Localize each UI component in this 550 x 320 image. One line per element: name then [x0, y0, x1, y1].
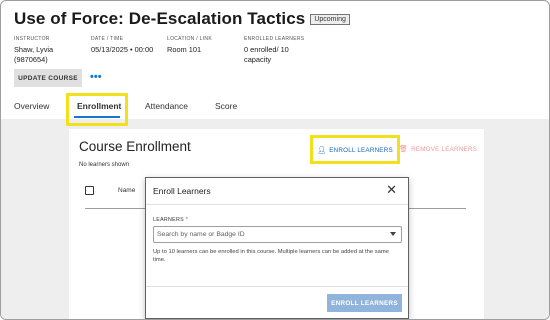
status-badge: Upcoming	[310, 13, 350, 25]
column-header-name[interactable]: Name	[118, 187, 135, 194]
enroll-learners-dialog: Enroll Learners ✕ LEARNERS * Up to 10 le…	[145, 177, 409, 319]
dialog-title: Enroll Learners	[153, 186, 211, 196]
tab-score[interactable]: Score	[215, 101, 237, 111]
date-label: DATE / TIME	[91, 36, 124, 42]
learner-search-input[interactable]	[153, 226, 402, 243]
tab-overview[interactable]: Overview	[14, 101, 49, 111]
tab-attendance[interactable]: Attendance	[145, 101, 188, 111]
remove-learners-button[interactable]: 🗑︎ REMOVE LEARNERS	[399, 145, 478, 154]
enrolled-label: ENROLLED LEARNERS	[244, 36, 305, 42]
remove-learners-label: REMOVE LEARNERS	[411, 145, 478, 153]
update-course-button[interactable]: UPDATE COURSE	[14, 69, 82, 87]
helper-text: Up to 10 learners can be enrolled in thi…	[153, 249, 389, 263]
learners-field-label: LEARNERS *	[153, 217, 188, 223]
enrolled-info: ENROLLED LEARNERS 0 enrolled/ 10 capacit…	[244, 34, 319, 65]
instructor-label: INSTRUCTOR	[14, 36, 50, 42]
date-value: 05/13/2025 • 00:00	[91, 45, 154, 54]
enrolled-value: 0 enrolled/ 10	[244, 45, 289, 54]
location-value: Room 101	[167, 45, 202, 54]
dialog-enroll-button[interactable]: ENROLL LEARNERS	[327, 294, 402, 312]
location-label: LOCATION / LINK	[167, 36, 212, 42]
empty-state-text: No learners shown	[79, 162, 130, 168]
instructor-name: Shaw, Lyvia	[14, 45, 54, 54]
enrolled-capacity: capacity	[244, 55, 272, 64]
date-info: DATE / TIME 05/13/2025 • 00:00	[91, 34, 171, 55]
app-window: Use of Force: De-Escalation Tactics Upco…	[0, 0, 550, 320]
learners-label-text: LEARNERS	[153, 217, 184, 223]
dialog-divider-top	[146, 204, 408, 205]
course-header: Use of Force: De-Escalation Tactics Upco…	[14, 9, 350, 29]
dialog-divider-bottom	[146, 286, 408, 287]
chevron-down-icon[interactable]	[390, 232, 396, 236]
instructor-id: (9870654)	[14, 55, 48, 64]
trash-icon: 🗑︎	[399, 146, 409, 153]
highlight-box-enrollment-tab	[66, 93, 128, 126]
highlight-box-enroll-button	[310, 135, 400, 164]
enrollment-title: Course Enrollment	[79, 139, 191, 154]
more-horizontal-icon[interactable]: •••	[90, 72, 102, 83]
close-icon[interactable]: ✕	[386, 183, 397, 196]
required-mark: *	[185, 217, 189, 223]
select-all-checkbox[interactable]	[85, 186, 94, 195]
course-title: Use of Force: De-Escalation Tactics	[14, 9, 306, 28]
instructor-info: INSTRUCTOR Shaw, Lyvia (9870654)	[14, 34, 84, 65]
location-info: LOCATION / LINK Room 101	[167, 34, 237, 55]
